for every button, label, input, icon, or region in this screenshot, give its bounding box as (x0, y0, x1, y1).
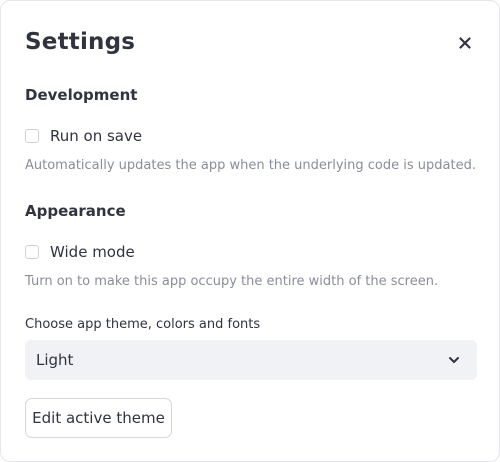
settings-dialog: Settings Development Run on save Automat… (0, 0, 500, 462)
close-button[interactable] (453, 31, 477, 55)
theme-select-label: Choose app theme, colors and fonts (25, 317, 261, 332)
development-heading: Development (25, 86, 138, 104)
wide-mode-checkbox[interactable]: Wide mode (25, 241, 135, 263)
theme-select-value: Light (36, 351, 74, 369)
run-on-save-checkbox-box[interactable] (25, 129, 39, 143)
theme-select[interactable]: Light (25, 340, 477, 380)
edit-active-theme-button[interactable]: Edit active theme (25, 398, 172, 438)
wide-mode-helper: Turn on to make this app occupy the enti… (25, 274, 439, 289)
run-on-save-helper: Automatically updates the app when the u… (25, 158, 476, 173)
chevron-down-icon (449, 357, 459, 363)
run-on-save-label: Run on save (50, 127, 143, 145)
wide-mode-checkbox-box[interactable] (25, 245, 39, 259)
wide-mode-label: Wide mode (50, 243, 135, 261)
appearance-heading: Appearance (25, 202, 126, 220)
dialog-title: Settings (25, 29, 136, 55)
run-on-save-checkbox[interactable]: Run on save (25, 125, 142, 147)
close-icon (459, 37, 471, 49)
